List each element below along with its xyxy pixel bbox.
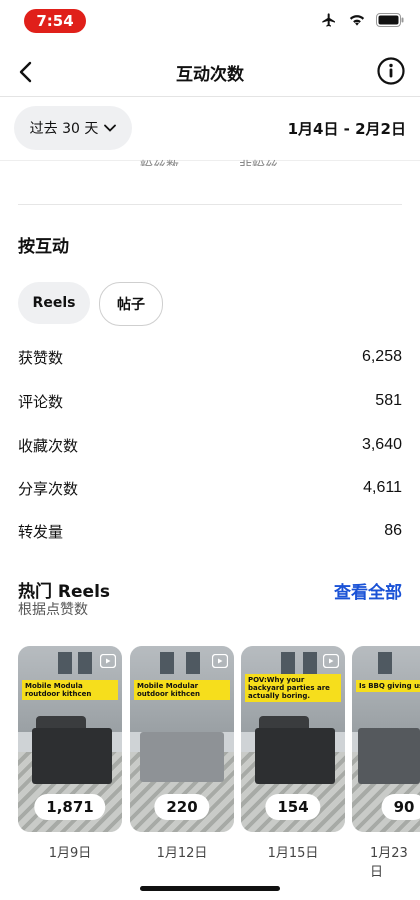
reel-card[interactable]: POV:Why your backyard parties are actual… [241,646,345,832]
status-time: 7:54 [24,9,86,33]
info-icon [377,57,405,85]
metric-row-saves: 收藏次数 3,640 [18,433,402,457]
reel-card[interactable]: Mobile Modula routdoor kithcen 1,871 [18,646,122,832]
status-bar: 7:54 [0,0,420,44]
metric-label: 转发量 [18,522,64,541]
status-icons [320,12,404,28]
section-title-by-interaction: 按互动 [18,237,69,257]
tab-reels[interactable]: Reels [18,282,90,324]
top-reels-subtitle: 根据点赞数 [18,602,88,618]
metric-row-likes: 获赞数 6,258 [18,345,402,369]
metric-value: 581 [375,392,402,409]
metric-label: 分享次数 [18,479,79,498]
nav-bar: 互动次数 [0,46,420,98]
section-divider [18,204,402,205]
metric-value: 6,258 [361,348,402,365]
reel-date: 1月12日 [156,846,208,861]
metric-label: 获赞数 [18,348,64,367]
reels-icon [323,654,339,668]
metric-row-comments: 评论数 581 [18,389,402,413]
chevron-down-icon [104,124,117,132]
metric-row-shares: 分享次数 4,611 [18,476,402,500]
reels-icon [100,654,116,668]
reel-card[interactable]: Is BBQ giving us ca 90 [352,646,420,832]
date-range: 1月4日 - 2月2日 [287,120,406,138]
reel-caption: Mobile Modula routdoor kithcen [22,680,118,701]
reel-date: 1月9日 [48,846,92,861]
metric-value: 4,611 [363,479,402,496]
airplane-icon [322,13,335,27]
filter-row: 过去 30 天 1月4日 - 2月2日 [0,106,420,154]
reel-like-count: 1,871 [34,794,106,820]
legend-non-followers: 非粉丝 [239,156,278,166]
page-title: 互动次数 [176,65,244,85]
nav-divider [0,96,420,97]
metric-label: 评论数 [18,392,64,411]
info-button[interactable] [376,56,406,86]
tab-posts[interactable]: 帖子 [99,282,163,326]
reel-like-count: 220 [154,794,210,820]
period-dropdown[interactable]: 过去 30 天 [14,106,132,150]
battery-icon [376,13,404,27]
reel-date: 1月15日 [267,846,319,861]
period-label: 过去 30 天 [29,121,99,137]
reel-like-count: 90 [381,794,420,820]
reel-caption: Mobile Modular outdoor kithcen [134,680,230,701]
reel-caption: Is BBQ giving us ca [356,680,420,693]
legend-followers: 粉丝数 [140,156,179,166]
metric-value: 3,640 [361,436,402,453]
reel-caption: POV:Why your backyard parties are actual… [245,674,341,703]
see-all-link[interactable]: 查看全部 [334,578,402,603]
wifi-icon [349,15,365,26]
reel-card[interactable]: Mobile Modular outdoor kithcen 220 [130,646,234,832]
reels-icon [212,654,228,668]
metric-value: 86 [384,522,402,539]
reel-like-count: 154 [265,794,321,820]
metric-row-reposts: 转发量 86 [18,519,402,543]
home-indicator [140,886,280,891]
metric-label: 收藏次数 [18,436,79,455]
legend-partial: 粉丝数 非粉丝 [140,156,278,166]
reel-date: 1月23日 [370,846,408,880]
